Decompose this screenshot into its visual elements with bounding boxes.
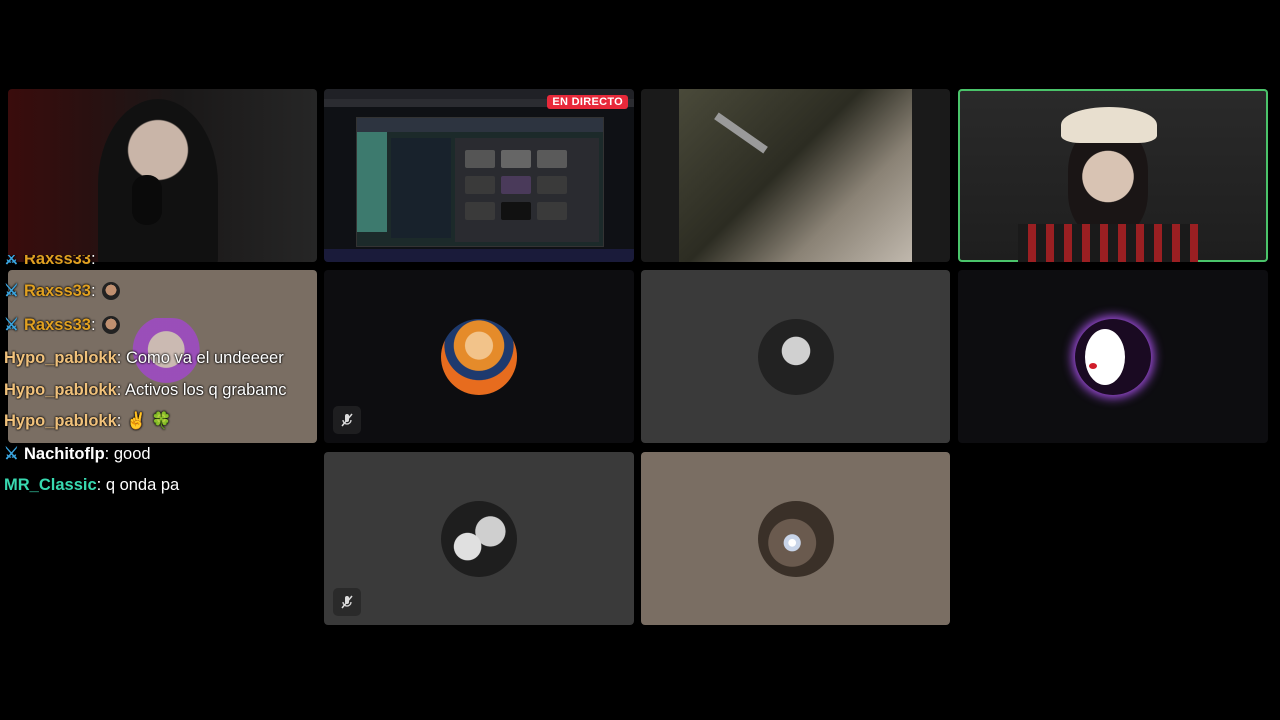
purple-logo-avatar bbox=[1075, 319, 1151, 395]
streamer-camera-tile[interactable] bbox=[8, 89, 317, 262]
chat-username[interactable]: Raxss33 bbox=[24, 282, 91, 300]
mod-sword-icon: ⚔ bbox=[4, 282, 19, 300]
shared-window bbox=[356, 117, 604, 247]
participant-tile-couple-bw[interactable] bbox=[324, 452, 634, 625]
flash-selfie-avatar bbox=[758, 501, 834, 577]
face-emote-icon bbox=[101, 282, 120, 300]
shirt bbox=[1018, 224, 1198, 262]
face-emote-icon bbox=[101, 316, 120, 334]
chat-text: Como va el undeeeer bbox=[125, 349, 284, 367]
microphone-icon bbox=[132, 175, 162, 225]
participant-face bbox=[1068, 127, 1148, 237]
screen-share-tile[interactable]: EN DIRECTO bbox=[324, 89, 634, 262]
speaking-participant-tile[interactable] bbox=[958, 89, 1268, 262]
mod-sword-icon: ⚔ bbox=[4, 316, 19, 334]
chat-message: ⚔ Raxss33: bbox=[4, 281, 120, 301]
cap bbox=[1061, 107, 1157, 143]
chat-message: MR_Classic: q onda pa bbox=[4, 476, 180, 494]
taskbar bbox=[324, 249, 634, 262]
chat-username[interactable]: Nachitoflp bbox=[24, 445, 105, 463]
camera-feed bbox=[679, 89, 912, 262]
participant-tile-flash-selfie[interactable] bbox=[641, 452, 950, 625]
chat-message: ⚔ Nachitoflp: good bbox=[4, 445, 151, 463]
mic-muted-icon bbox=[333, 588, 361, 616]
participant-tile-naruto[interactable] bbox=[324, 270, 634, 443]
chat-message: ⚔ Raxss33: bbox=[4, 315, 120, 335]
chat-text: ✌️ 🍀 bbox=[125, 412, 172, 430]
chat-text: Activos los q grabamc bbox=[125, 381, 287, 399]
naruto-avatar bbox=[441, 319, 517, 395]
chat-message: Hypo_pablokk: ✌️ 🍀 bbox=[4, 412, 172, 430]
chat-text: good bbox=[113, 445, 151, 463]
chat-username[interactable]: Hypo_pablokk bbox=[4, 412, 117, 430]
chat-username[interactable]: MR_Classic bbox=[4, 476, 97, 494]
chat-username[interactable]: Raxss33 bbox=[24, 316, 91, 334]
couple-bw-avatar bbox=[441, 501, 517, 577]
chat-username[interactable]: Hypo_pablokk bbox=[4, 381, 117, 399]
participant-tile-boy-bw[interactable] bbox=[641, 270, 950, 443]
chat-message: Hypo_pablokk: Como va el undeeeer bbox=[4, 349, 284, 367]
chat-message: Hypo_pablokk: Activos los q grabamc bbox=[4, 381, 287, 399]
mic-muted-icon bbox=[333, 406, 361, 434]
chat-username[interactable]: Hypo_pablokk bbox=[4, 349, 117, 367]
boy-bw-avatar bbox=[758, 319, 834, 395]
mod-sword-icon: ⚔ bbox=[4, 445, 19, 463]
microphone-camera-tile[interactable] bbox=[641, 89, 950, 262]
participant-tile-purple-logo[interactable] bbox=[958, 270, 1268, 443]
chat-text: q onda pa bbox=[105, 476, 180, 494]
live-badge: EN DIRECTO bbox=[547, 95, 628, 109]
